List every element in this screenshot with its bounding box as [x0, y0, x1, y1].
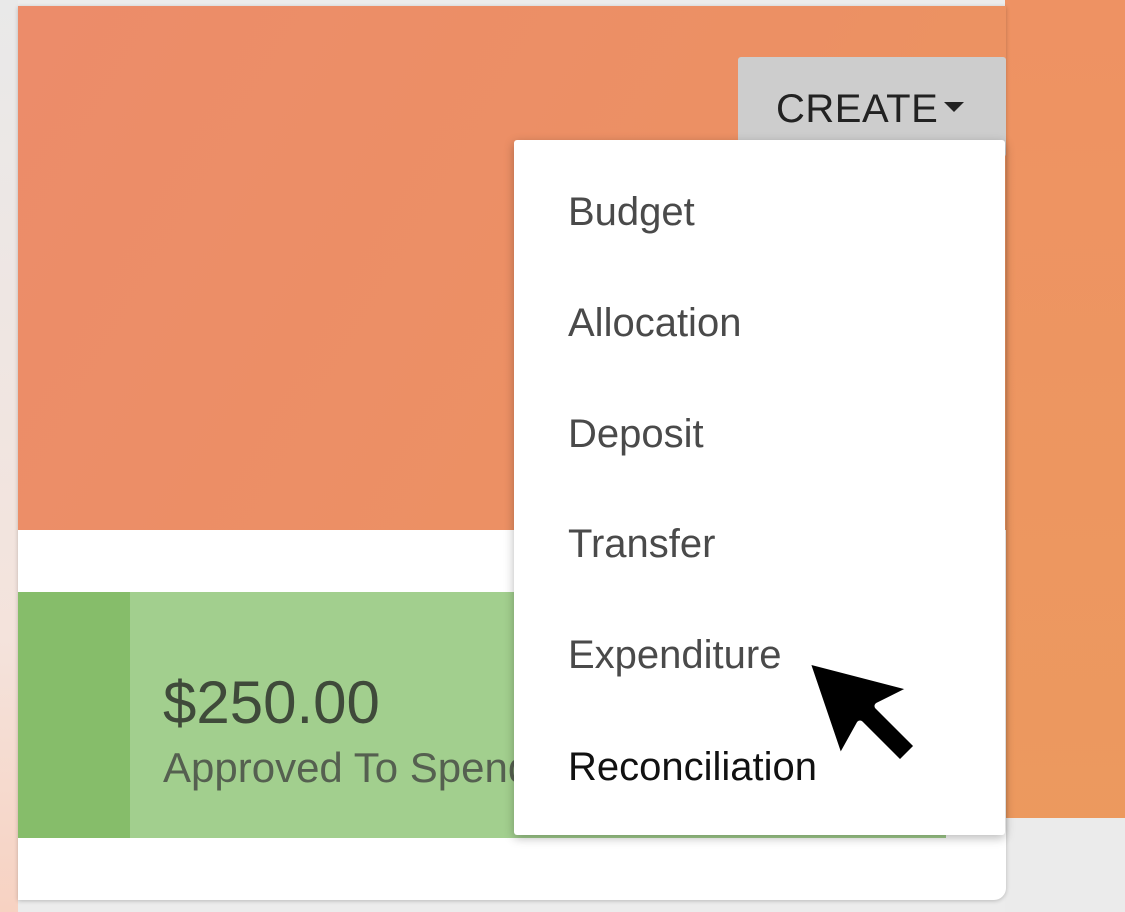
page-background-left [0, 0, 18, 912]
menu-item-reconciliation[interactable]: Reconciliation [568, 745, 817, 790]
menu-item-transfer[interactable]: Transfer [568, 522, 715, 567]
menu-item-expenditure[interactable]: Expenditure [568, 633, 781, 678]
approved-label: Approved To Spend [163, 744, 532, 791]
menu-item-budget[interactable]: Budget [568, 190, 695, 235]
approved-amount: $250.00 [163, 669, 380, 736]
create-button-label: CREATE [776, 87, 939, 131]
caret-down-icon [944, 102, 965, 113]
page-background-right [1005, 0, 1125, 912]
menu-item-allocation[interactable]: Allocation [568, 301, 741, 346]
tile-accent-bar [18, 592, 130, 838]
page-background-bottom [1005, 818, 1125, 912]
mouse-pointer-icon [802, 656, 922, 768]
menu-item-deposit[interactable]: Deposit [568, 412, 704, 457]
